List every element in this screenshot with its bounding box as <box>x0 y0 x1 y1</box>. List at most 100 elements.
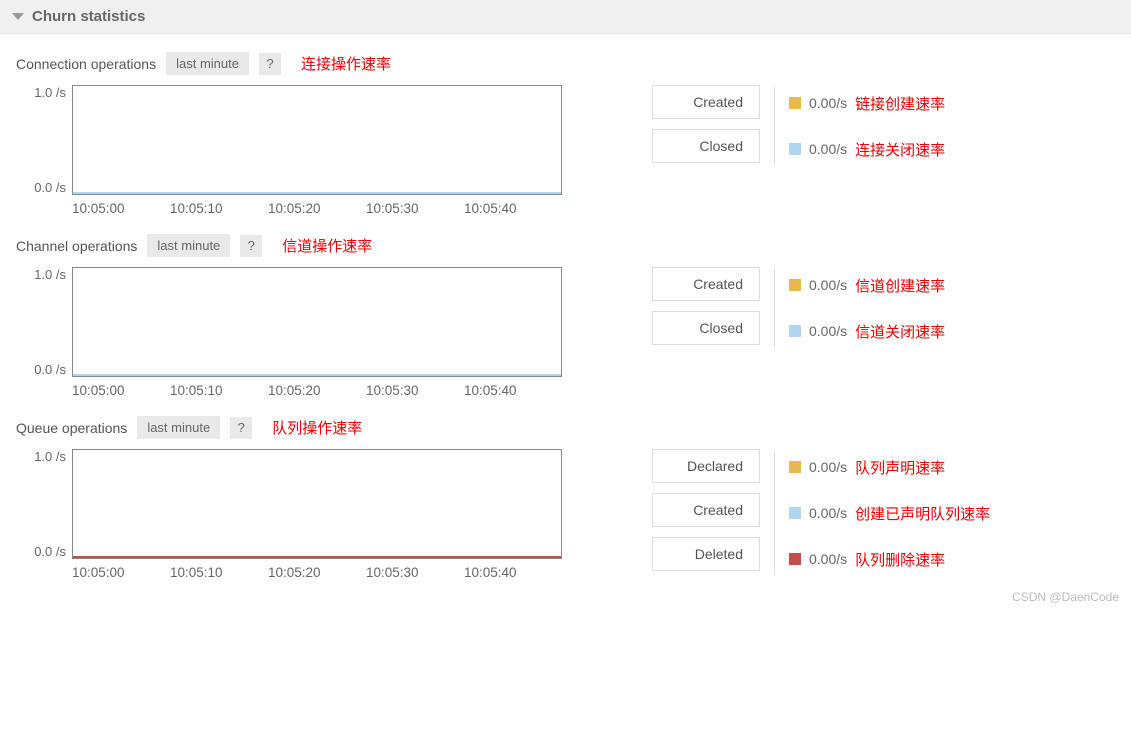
legend-label: Declared <box>652 449 760 483</box>
x-tick: 10:05:30 <box>366 565 464 580</box>
chart-block: 1.0 /s 0.0 /s 10:05:00 10:05:10 10:05:20… <box>16 449 562 580</box>
rate-value: 0.00/s <box>809 551 847 567</box>
chart-canvas <box>72 449 562 559</box>
annotation: 信道创建速率 <box>855 275 945 296</box>
x-tick: 10:05:40 <box>464 383 562 398</box>
chart-canvas <box>72 267 562 377</box>
chart-canvas <box>72 85 562 195</box>
rate-value: 0.00/s <box>809 95 847 111</box>
help-icon[interactable]: ? <box>240 235 262 257</box>
range-select[interactable]: last minute <box>137 416 220 439</box>
section-channel: Channel operations last minute ? 信道操作速率 … <box>0 216 1131 398</box>
annotation: 队列删除速率 <box>855 549 945 570</box>
chart-block: 1.0 /s 0.0 /s 10:05:00 10:05:10 10:05:20… <box>16 85 562 216</box>
divider <box>774 87 775 165</box>
x-tick: 10:05:10 <box>170 565 268 580</box>
section-header: Queue operations last minute ? 队列操作速率 <box>16 416 1115 439</box>
legend-row: 0.00/s 信道创建速率 <box>789 267 945 303</box>
rate-value: 0.00/s <box>809 277 847 293</box>
swatch-icon <box>789 325 801 337</box>
rate-value: 0.00/s <box>809 141 847 157</box>
section-connection: Connection operations last minute ? 连接操作… <box>0 34 1131 216</box>
y-tick: 1.0 /s <box>34 449 66 464</box>
chart-row: 1.0 /s 0.0 /s 10:05:00 10:05:10 10:05:20… <box>16 449 1115 580</box>
help-icon[interactable]: ? <box>230 417 252 439</box>
swatch-icon <box>789 461 801 473</box>
legend: Declared Created Deleted 0.00/s 队列声明速率 0… <box>652 449 990 577</box>
annotation: 连接关闭速率 <box>855 139 945 160</box>
y-axis: 1.0 /s 0.0 /s <box>16 267 66 377</box>
legend: Created Closed 0.00/s 信道创建速率 0.00/s 信道关闭… <box>652 267 945 349</box>
chart-block: 1.0 /s 0.0 /s 10:05:00 10:05:10 10:05:20… <box>16 267 562 398</box>
rate-value: 0.00/s <box>809 459 847 475</box>
x-axis: 10:05:00 10:05:10 10:05:20 10:05:30 10:0… <box>72 383 562 398</box>
legend-row: 0.00/s 链接创建速率 <box>789 85 945 121</box>
x-tick: 10:05:30 <box>366 383 464 398</box>
help-icon[interactable]: ? <box>259 53 281 75</box>
swatch-icon <box>789 143 801 155</box>
annotation: 信道操作速率 <box>282 235 372 256</box>
x-tick: 10:05:00 <box>72 565 170 580</box>
annotation: 队列操作速率 <box>272 417 362 438</box>
legend: Created Closed 0.00/s 链接创建速率 0.00/s 连接关闭… <box>652 85 945 167</box>
swatch-icon <box>789 553 801 565</box>
legend-row: 0.00/s 信道关闭速率 <box>789 313 945 349</box>
swatch-icon <box>789 279 801 291</box>
range-select[interactable]: last minute <box>147 234 230 257</box>
swatch-icon <box>789 97 801 109</box>
legend-row: 0.00/s 创建已声明队列速率 <box>789 495 990 531</box>
panel-title: Churn statistics <box>32 8 145 25</box>
panel-header: Churn statistics <box>0 0 1131 34</box>
swatch-icon <box>789 507 801 519</box>
y-tick: 0.0 /s <box>34 544 66 559</box>
legend-label: Created <box>652 267 760 301</box>
legend-label: Closed <box>652 311 760 345</box>
legend-row: 0.00/s 连接关闭速率 <box>789 131 945 167</box>
page: Churn statistics Connection operations l… <box>0 0 1131 610</box>
annotation: 队列声明速率 <box>855 457 945 478</box>
legend-label: Created <box>652 85 760 119</box>
y-axis: 1.0 /s 0.0 /s <box>16 85 66 195</box>
y-axis: 1.0 /s 0.0 /s <box>16 449 66 559</box>
series-line <box>73 374 561 376</box>
legend-label: Created <box>652 493 760 527</box>
y-tick: 1.0 /s <box>34 267 66 282</box>
x-tick: 10:05:20 <box>268 383 366 398</box>
rate-value: 0.00/s <box>809 505 847 521</box>
range-select[interactable]: last minute <box>166 52 249 75</box>
section-header: Connection operations last minute ? 连接操作… <box>16 52 1115 75</box>
x-axis: 10:05:00 10:05:10 10:05:20 10:05:30 10:0… <box>72 565 562 580</box>
chevron-down-icon[interactable] <box>12 13 24 20</box>
x-tick: 10:05:30 <box>366 201 464 216</box>
x-tick: 10:05:20 <box>268 201 366 216</box>
y-tick: 0.0 /s <box>34 180 66 195</box>
x-tick: 10:05:00 <box>72 383 170 398</box>
y-tick: 1.0 /s <box>34 85 66 100</box>
annotation: 连接操作速率 <box>301 53 391 74</box>
x-tick: 10:05:40 <box>464 201 562 216</box>
section-title: Channel operations <box>16 238 137 254</box>
annotation: 信道关闭速率 <box>855 321 945 342</box>
annotation: 创建已声明队列速率 <box>855 503 990 524</box>
chart-row: 1.0 /s 0.0 /s 10:05:00 10:05:10 10:05:20… <box>16 85 1115 216</box>
chart-row: 1.0 /s 0.0 /s 10:05:00 10:05:10 10:05:20… <box>16 267 1115 398</box>
annotation: 链接创建速率 <box>855 93 945 114</box>
divider <box>774 451 775 575</box>
watermark: CSDN @DaenCode <box>1012 590 1119 604</box>
legend-row: 0.00/s 队列删除速率 <box>789 541 990 577</box>
legend-row: 0.00/s 队列声明速率 <box>789 449 990 485</box>
legend-label: Closed <box>652 129 760 163</box>
section-title: Connection operations <box>16 56 156 72</box>
legend-label: Deleted <box>652 537 760 571</box>
rate-value: 0.00/s <box>809 323 847 339</box>
series-line <box>73 556 561 558</box>
x-tick: 10:05:10 <box>170 201 268 216</box>
section-header: Channel operations last minute ? 信道操作速率 <box>16 234 1115 257</box>
x-tick: 10:05:00 <box>72 201 170 216</box>
x-tick: 10:05:20 <box>268 565 366 580</box>
divider <box>774 269 775 347</box>
section-title: Queue operations <box>16 420 127 436</box>
series-line <box>73 192 561 194</box>
x-tick: 10:05:10 <box>170 383 268 398</box>
x-tick: 10:05:40 <box>464 565 562 580</box>
